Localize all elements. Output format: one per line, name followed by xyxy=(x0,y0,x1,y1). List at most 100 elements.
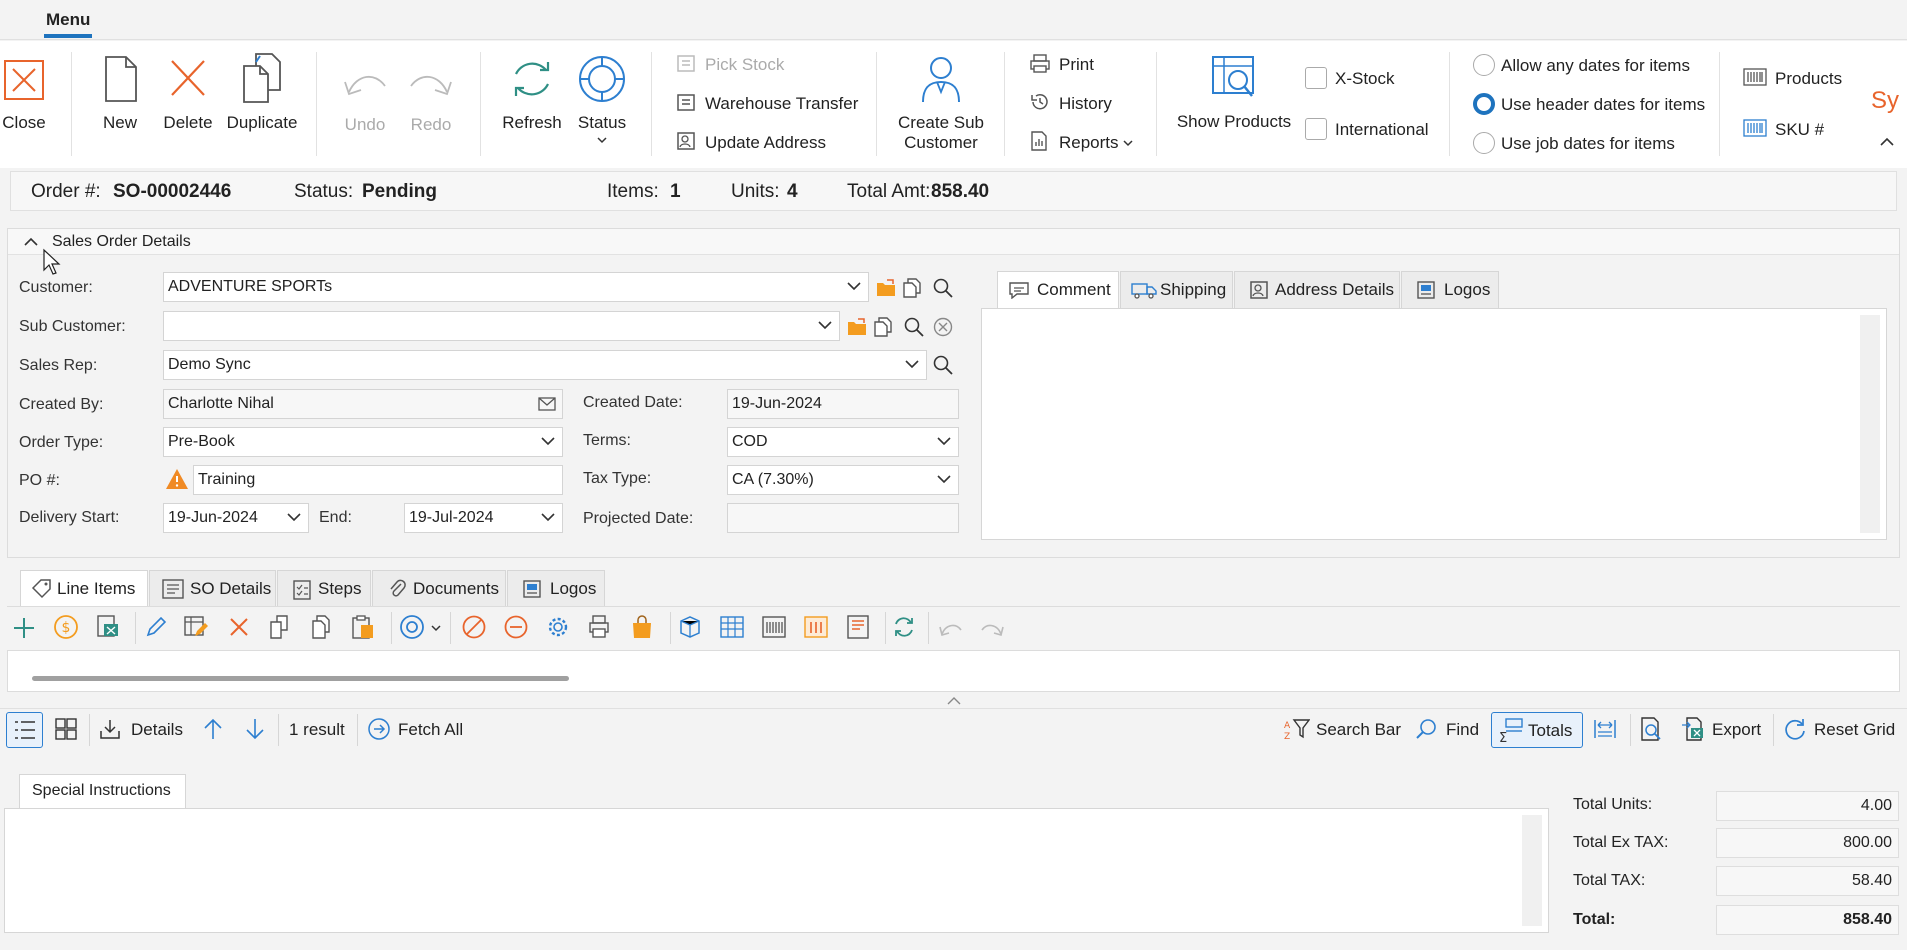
create-sub-customer-button[interactable]: Create Sub Customer xyxy=(893,54,989,154)
status-circle-icon[interactable] xyxy=(399,614,425,640)
search-icon[interactable] xyxy=(932,354,954,376)
price-coin-icon[interactable]: $ xyxy=(53,614,79,640)
size-matrix-icon[interactable] xyxy=(803,614,829,640)
grid-table-icon[interactable] xyxy=(719,614,745,640)
find-button[interactable]: Find xyxy=(1414,717,1486,743)
delete-x-icon[interactable] xyxy=(227,615,251,639)
end-date[interactable]: 19-Jul-2024 xyxy=(404,503,563,533)
print-labels-icon[interactable] xyxy=(587,614,613,640)
delete-button[interactable]: Delete xyxy=(160,55,216,143)
tab-comment[interactable]: Comment xyxy=(997,271,1119,308)
settings-gear-icon[interactable] xyxy=(545,614,571,640)
envelope-icon[interactable] xyxy=(538,397,556,411)
tab-address-details[interactable]: Address Details xyxy=(1234,271,1400,308)
details-button[interactable]: Details xyxy=(98,717,188,743)
special-instructions-textarea[interactable] xyxy=(4,808,1549,933)
fetch-all-button[interactable]: Fetch All xyxy=(367,717,477,743)
clear-circle-icon[interactable] xyxy=(932,316,954,338)
delivery-start-date[interactable]: 19-Jun-2024 xyxy=(163,503,309,533)
paste-icon[interactable] xyxy=(350,614,376,640)
products-button[interactable]: Products xyxy=(1743,67,1863,91)
tab-documents[interactable]: Documents xyxy=(372,570,506,607)
use-header-dates-radio[interactable]: Use header dates for items xyxy=(1473,93,1705,117)
sales-order-details-header[interactable]: Sales Order Details xyxy=(8,229,1899,255)
export-button[interactable]: Export xyxy=(1681,717,1767,743)
use-job-dates-radio[interactable]: Use job dates for items xyxy=(1473,132,1693,156)
show-products-button[interactable]: Show Products xyxy=(1176,54,1292,144)
cancel-circle-icon[interactable] xyxy=(461,614,487,640)
comment-textarea[interactable] xyxy=(981,308,1887,540)
sku-button[interactable]: SKU # xyxy=(1743,118,1843,142)
search-icon[interactable] xyxy=(932,277,954,299)
report-sheet-icon[interactable] xyxy=(845,614,871,640)
comment-scrollbar[interactable] xyxy=(1860,315,1880,533)
update-address-button[interactable]: Update Address xyxy=(676,131,846,155)
customer-select[interactable]: ADVENTURE SPORTs xyxy=(163,272,869,302)
copy-icon[interactable] xyxy=(873,316,895,338)
print-preview-icon[interactable] xyxy=(1638,716,1664,742)
open-folder-icon[interactable] xyxy=(875,278,897,298)
tab-line-logos[interactable]: Logos xyxy=(507,570,605,607)
print-button[interactable]: Print xyxy=(1029,53,1119,77)
redo-button[interactable]: Redo xyxy=(406,64,456,143)
totals-button[interactable]: Σ Totals xyxy=(1491,712,1583,748)
chevron-down-icon[interactable] xyxy=(431,625,441,632)
tab-line-items[interactable]: Line Items xyxy=(20,570,148,607)
tab-shipping[interactable]: Shipping xyxy=(1120,271,1233,308)
tax-type-select[interactable]: CA (7.30%) xyxy=(727,465,959,495)
arrow-circle-right-icon xyxy=(368,718,390,740)
copy-icon[interactable] xyxy=(902,277,924,299)
reports-button[interactable]: Reports xyxy=(1029,131,1139,155)
order-type-select[interactable]: Pre-Book xyxy=(163,427,563,457)
undo-button[interactable]: Undo xyxy=(340,64,390,143)
remove-circle-icon[interactable] xyxy=(503,614,529,640)
status-button[interactable]: Status xyxy=(572,54,632,154)
terms-select[interactable]: COD xyxy=(727,427,959,457)
card-view-icon[interactable] xyxy=(54,717,78,741)
special-instructions-scrollbar[interactable] xyxy=(1522,815,1542,926)
menu-label: Menu xyxy=(46,10,91,29)
sales-rep-select[interactable]: Demo Sync xyxy=(163,350,927,380)
edit-pencil-icon[interactable] xyxy=(144,615,168,639)
close-button[interactable]: Close xyxy=(0,55,48,143)
splitter-chevron-up-icon[interactable] xyxy=(947,696,961,705)
shopping-bag-icon[interactable] xyxy=(629,614,655,640)
add-icon[interactable] xyxy=(12,616,36,640)
line-items-grid[interactable] xyxy=(7,650,1900,692)
bulk-edit-icon[interactable] xyxy=(183,614,209,640)
duplicate-line-icon[interactable] xyxy=(267,614,293,640)
tab-steps[interactable]: Steps xyxy=(277,570,371,607)
history-button[interactable]: History xyxy=(1029,92,1129,116)
refresh-icon[interactable] xyxy=(891,614,917,640)
barcode-grid-icon[interactable] xyxy=(761,614,787,640)
fit-columns-icon[interactable] xyxy=(1592,717,1618,741)
excel-import-icon[interactable] xyxy=(95,614,121,640)
menu-tab[interactable]: Menu xyxy=(46,10,90,30)
package-icon[interactable] xyxy=(677,614,703,640)
arrow-down-icon[interactable] xyxy=(244,717,266,741)
copy-icon[interactable] xyxy=(309,614,335,640)
tab-so-details[interactable]: SO Details xyxy=(149,570,276,607)
allow-any-dates-radio[interactable]: Allow any dates for items xyxy=(1473,54,1693,78)
grid-bottom-toolbar xyxy=(0,708,1907,750)
search-bar-button[interactable]: AZ Search Bar xyxy=(1284,717,1402,743)
arrow-up-icon[interactable] xyxy=(202,717,224,741)
tab-logos[interactable]: Logos xyxy=(1401,271,1499,308)
x-stock-checkbox[interactable]: X-Stock xyxy=(1305,67,1425,91)
collapse-ribbon-icon[interactable] xyxy=(1879,137,1895,147)
tab-special-instructions[interactable]: Special Instructions xyxy=(19,774,186,808)
duplicate-button[interactable]: Duplicate xyxy=(224,52,300,143)
search-icon[interactable] xyxy=(903,316,925,338)
list-view-button[interactable] xyxy=(6,712,43,748)
sub-customer-select[interactable] xyxy=(163,311,840,341)
undo-icon[interactable] xyxy=(937,618,963,640)
po-input[interactable]: Training xyxy=(193,465,563,495)
warehouse-transfer-button[interactable]: Warehouse Transfer xyxy=(676,92,866,116)
refresh-button[interactable]: Refresh xyxy=(502,54,562,143)
new-button[interactable]: New xyxy=(96,55,144,143)
redo-icon[interactable] xyxy=(980,618,1006,640)
grid-horizontal-scrollbar[interactable] xyxy=(32,676,569,681)
reset-grid-button[interactable]: Reset Grid xyxy=(1783,717,1901,743)
international-checkbox[interactable]: International xyxy=(1305,118,1445,142)
open-folder-icon[interactable] xyxy=(846,317,868,337)
